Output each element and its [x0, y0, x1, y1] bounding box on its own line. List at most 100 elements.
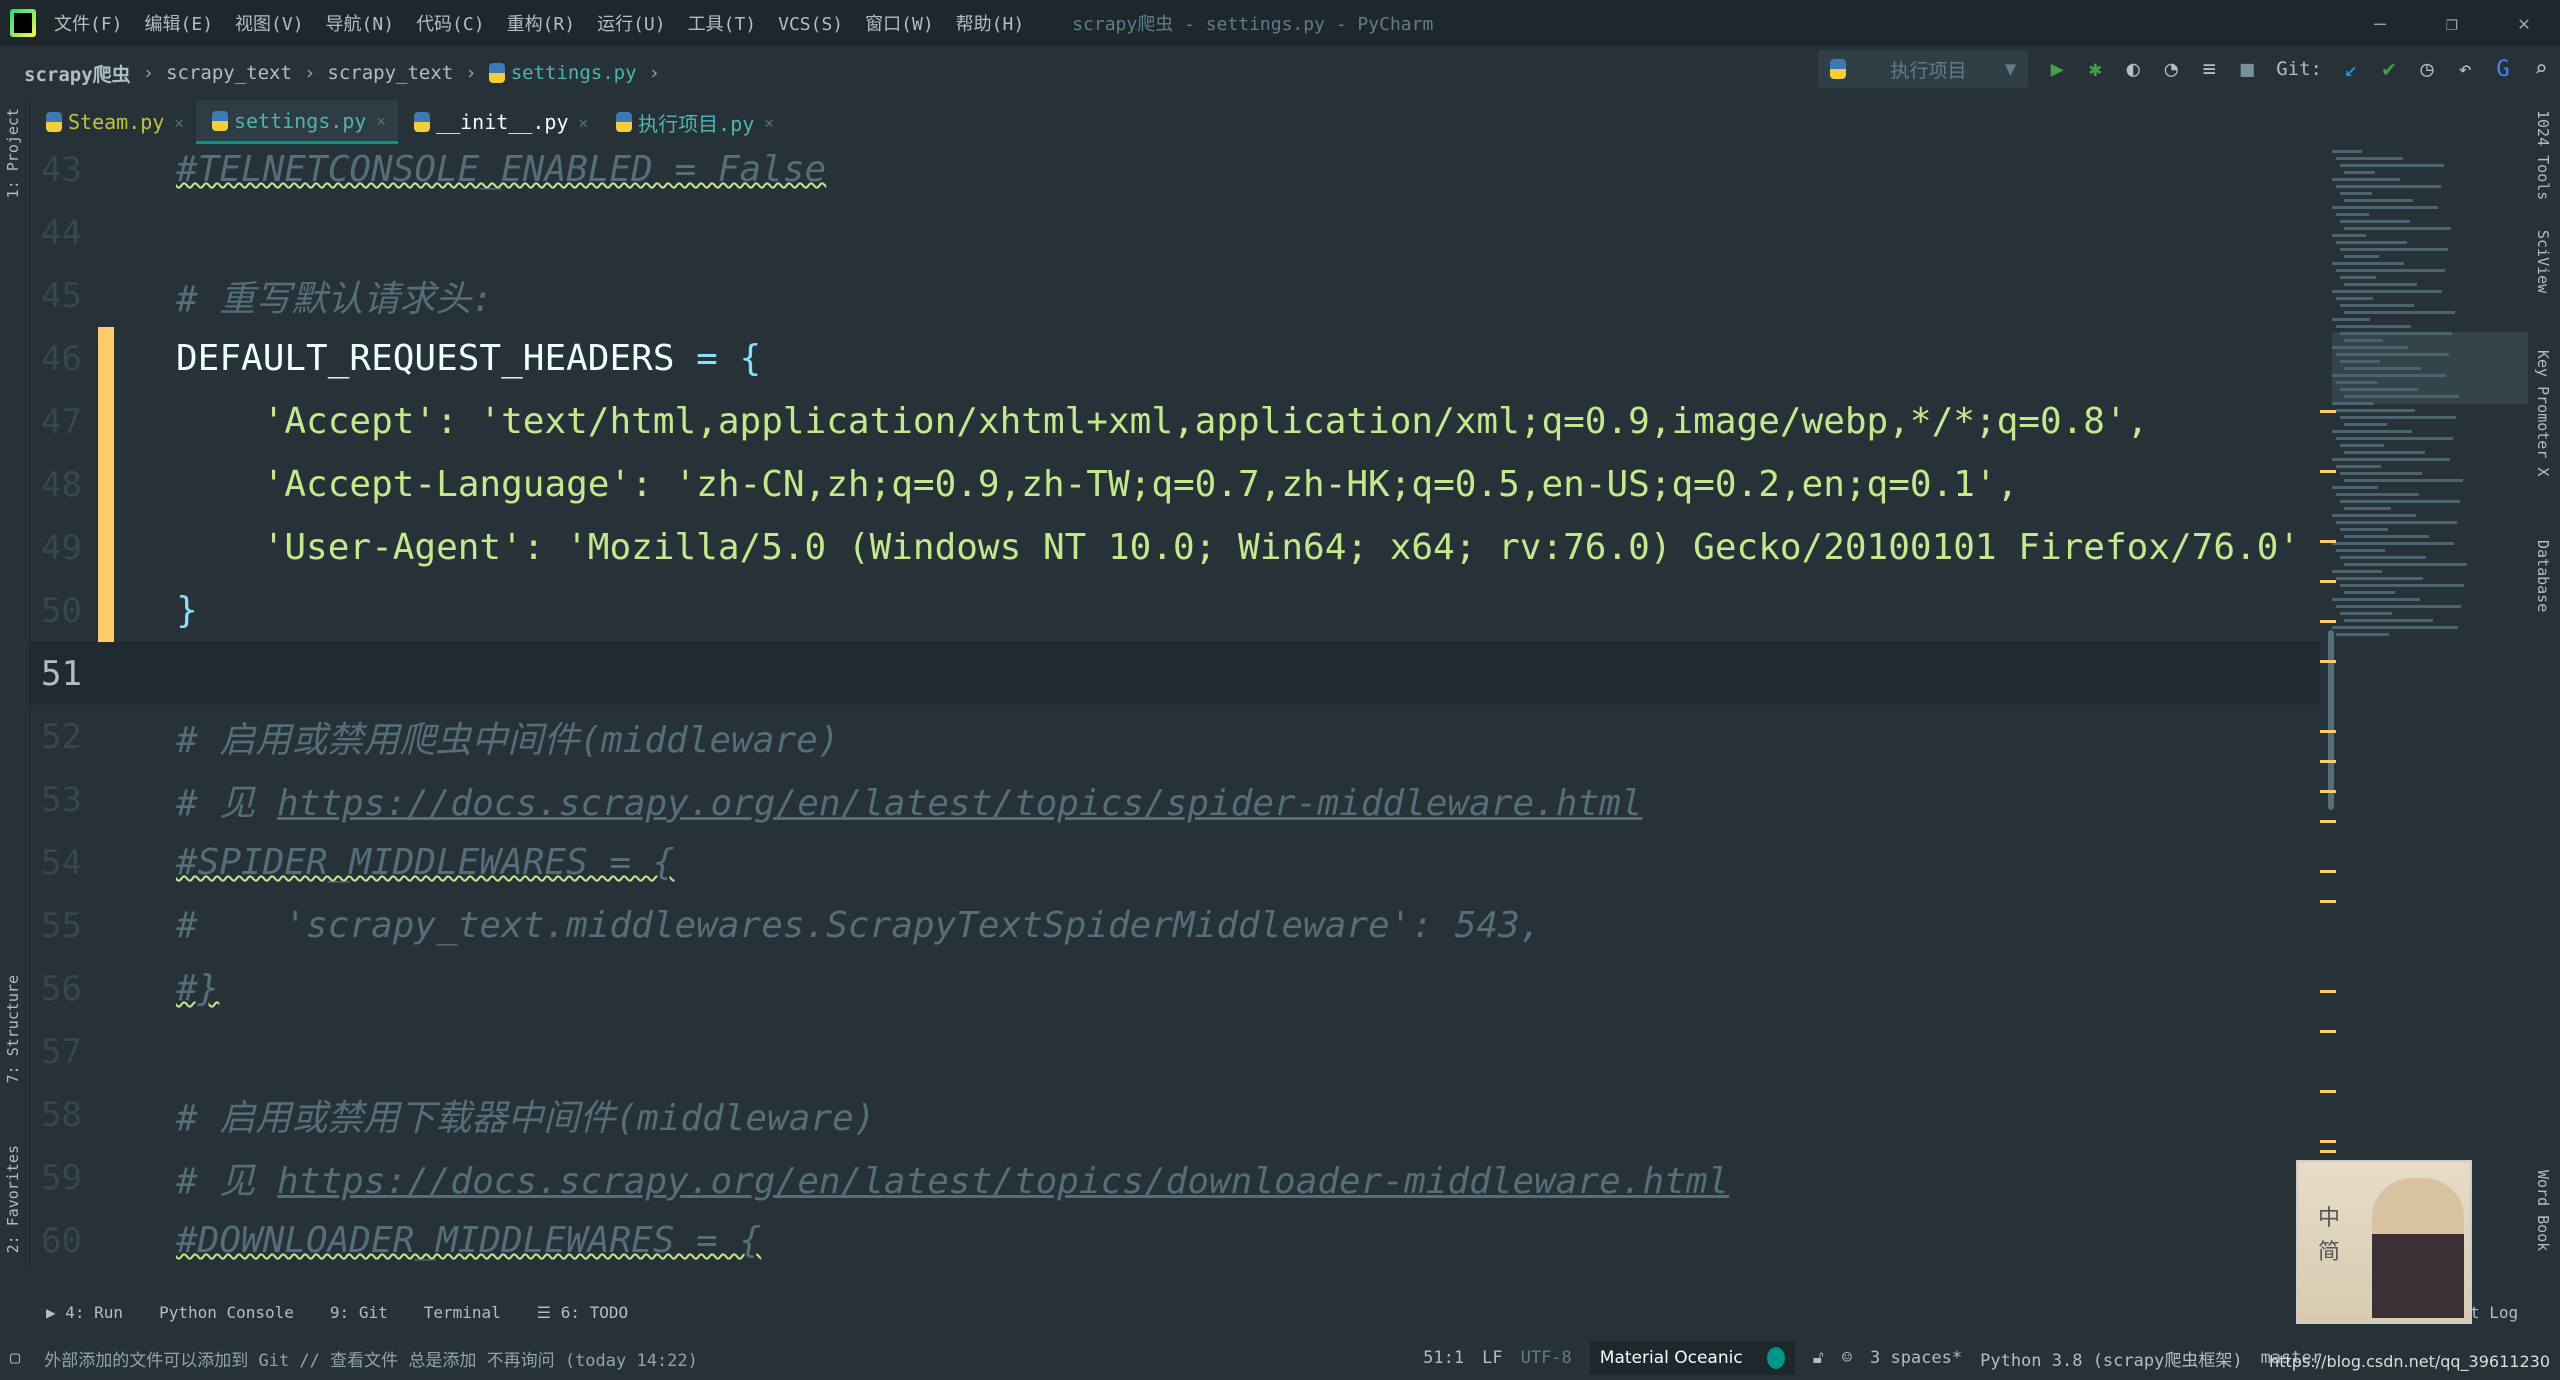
code-line[interactable]: 46 DEFAULT_REQUEST_HEADERS = {	[30, 327, 2320, 390]
theme-indicator[interactable]: Material Oceanic	[1589, 1341, 1795, 1375]
gutter[interactable]	[82, 264, 176, 327]
profile-icon[interactable]: ◔	[2152, 57, 2190, 82]
code-line[interactable]: 47 'Accept': 'text/html,application/xhtm…	[30, 390, 2320, 453]
error-stripe-mark[interactable]	[2320, 730, 2336, 733]
menu-item[interactable]: 导航(N)	[326, 14, 395, 35]
coverage-icon[interactable]: ◐	[2114, 57, 2152, 82]
gutter[interactable]	[82, 1020, 176, 1083]
close-button[interactable]: ✕	[2488, 0, 2560, 46]
minimize-button[interactable]: —	[2344, 0, 2416, 46]
code-line[interactable]: 56 #}	[30, 957, 2320, 1020]
concurrency-icon[interactable]: ≡	[2190, 57, 2228, 82]
history-icon[interactable]: ◷	[2408, 57, 2446, 82]
code-line[interactable]: 50}	[30, 579, 2320, 642]
error-stripe-mark[interactable]	[2320, 620, 2336, 623]
event-log-button[interactable]: t Log	[2470, 1303, 2518, 1322]
error-stripe-mark[interactable]	[2320, 900, 2336, 903]
menu-item[interactable]: 运行(U)	[597, 14, 666, 35]
code-line[interactable]: 43 #TELNETCONSOLE_ENABLED = False	[30, 140, 2320, 201]
code-line[interactable]: 53 # 见 https://docs.scrapy.org/en/latest/…	[30, 768, 2320, 831]
code-line[interactable]: 60 #DOWNLOADER_MIDDLEWARES = {	[30, 1209, 2320, 1265]
python-console-button[interactable]: Python Console	[159, 1303, 294, 1322]
gutter[interactable]	[82, 453, 176, 516]
gutter[interactable]	[82, 894, 176, 957]
code-line[interactable]: 57	[30, 1020, 2320, 1083]
gutter[interactable]	[82, 327, 176, 390]
menu-item[interactable]: 重构(R)	[507, 14, 576, 35]
run-config-select[interactable]: 执行项目 ▼	[1818, 50, 2029, 88]
code-line[interactable]: 58 # 启用或禁用下载器中间件(middleware)	[30, 1083, 2320, 1146]
tab-Steam-py[interactable]: Steam.py ✕	[30, 100, 196, 144]
todo-button[interactable]: ☰ 6: TODO	[537, 1303, 628, 1322]
gutter[interactable]	[82, 642, 176, 705]
gutter[interactable]	[82, 1209, 176, 1265]
sciview-button[interactable]: SciView	[2534, 230, 2552, 293]
error-stripe-mark[interactable]	[2320, 1140, 2336, 1143]
git-commit-icon[interactable]: ✔	[2370, 57, 2408, 82]
gutter[interactable]	[82, 579, 176, 642]
hector-icon[interactable]: ☺	[1842, 1348, 1852, 1368]
cursor-position[interactable]: 51:1	[1423, 1348, 1464, 1368]
tools-1024-button[interactable]: 1024 Tools	[2534, 110, 2552, 200]
menu-item[interactable]: 文件(F)	[54, 14, 123, 35]
code-line[interactable]: 51	[30, 642, 2320, 705]
error-stripe-mark[interactable]	[2320, 540, 2336, 543]
run-icon[interactable]: ▶	[2038, 57, 2076, 82]
error-stripe-mark[interactable]	[2320, 790, 2336, 793]
close-tab-icon[interactable]: ✕	[376, 111, 386, 130]
gutter[interactable]	[82, 140, 176, 201]
menu-item[interactable]: 编辑(E)	[145, 14, 214, 35]
breadcrumb-item[interactable]: settings.py	[511, 62, 637, 84]
database-button[interactable]: Database	[2534, 540, 2552, 612]
gutter[interactable]	[82, 1146, 176, 1209]
gutter[interactable]	[82, 705, 176, 768]
error-stripe-mark[interactable]	[2320, 1090, 2336, 1093]
scrollbar[interactable]	[2328, 630, 2334, 810]
terminal-button[interactable]: Terminal	[424, 1303, 501, 1322]
code-editor[interactable]: 43 #TELNETCONSOLE_ENABLED = False 44 45 # 重写…	[30, 140, 2320, 1265]
code-line[interactable]: 49 'User-Agent': 'Mozilla/5.0 (Windows N…	[30, 516, 2320, 579]
close-tab-icon[interactable]: ✕	[764, 113, 774, 132]
error-stripe-mark[interactable]	[2320, 870, 2336, 873]
menu-item[interactable]: 帮助(H)	[956, 14, 1025, 35]
breadcrumb-item[interactable]: scrapy_text	[327, 62, 453, 84]
interpreter[interactable]: Python 3.8 (scrapy爬虫框架)	[1980, 1346, 2242, 1371]
gutter[interactable]	[82, 831, 176, 894]
status-message[interactable]: 外部添加的文件可以添加到 Git // 查看文件 总是添加 不再询问 (toda…	[44, 1346, 698, 1371]
run-tool-button[interactable]: ▶ 4: Run	[46, 1303, 123, 1322]
breadcrumb-item[interactable]: scrapy爬虫	[24, 60, 131, 87]
gutter[interactable]	[82, 1083, 176, 1146]
debug-icon[interactable]: ✱	[2076, 57, 2114, 82]
menu-item[interactable]: VCS(S)	[778, 14, 843, 35]
code-line[interactable]: 52 # 启用或禁用爬虫中间件(middleware)	[30, 705, 2320, 768]
lock-icon[interactable]: 🔓︎	[1813, 1348, 1824, 1368]
error-stripe-mark[interactable]	[2320, 580, 2336, 583]
breadcrumb-item[interactable]: scrapy_text	[166, 62, 292, 84]
error-stripe-mark[interactable]	[2320, 990, 2336, 993]
menu-item[interactable]: 窗口(W)	[865, 14, 934, 35]
menu-item[interactable]: 视图(V)	[235, 14, 304, 35]
menu-item[interactable]: 工具(T)	[688, 14, 757, 35]
code-line[interactable]: 54 #SPIDER_MIDDLEWARES = {	[30, 831, 2320, 894]
search-icon[interactable]: ⌕	[2522, 57, 2560, 82]
error-stripe-mark[interactable]	[2320, 470, 2336, 473]
structure-tool-button[interactable]: 7: Structure	[4, 975, 22, 1083]
minimap[interactable]	[2320, 150, 2528, 1260]
git-tool-button[interactable]: 9: Git	[330, 1303, 388, 1322]
error-stripe-mark[interactable]	[2320, 1150, 2336, 1153]
tab-settings-py[interactable]: settings.py ✕	[195, 100, 399, 144]
tab-__init__-py[interactable]: __init__.py ✕	[398, 100, 600, 144]
revert-icon[interactable]: ↶	[2446, 57, 2484, 82]
error-stripe-mark[interactable]	[2320, 1030, 2336, 1033]
error-stripe-mark[interactable]	[2320, 760, 2336, 763]
key-promoter-button[interactable]: Key Promoter X	[2534, 350, 2552, 476]
gutter[interactable]	[82, 201, 176, 264]
doc-link[interactable]: https://docs.scrapy.org/en/latest/topics…	[277, 1161, 1729, 1202]
error-stripe-mark[interactable]	[2320, 660, 2336, 663]
git-update-icon[interactable]: ↙	[2332, 57, 2370, 82]
restore-button[interactable]: ❐	[2416, 0, 2488, 46]
code-line[interactable]: 44	[30, 201, 2320, 264]
code-line[interactable]: 48 'Accept-Language': 'zh-CN,zh;q=0.9,zh…	[30, 453, 2320, 516]
error-stripe-mark[interactable]	[2320, 410, 2336, 413]
code-line[interactable]: 45 # 重写默认请求头:	[30, 264, 2320, 327]
